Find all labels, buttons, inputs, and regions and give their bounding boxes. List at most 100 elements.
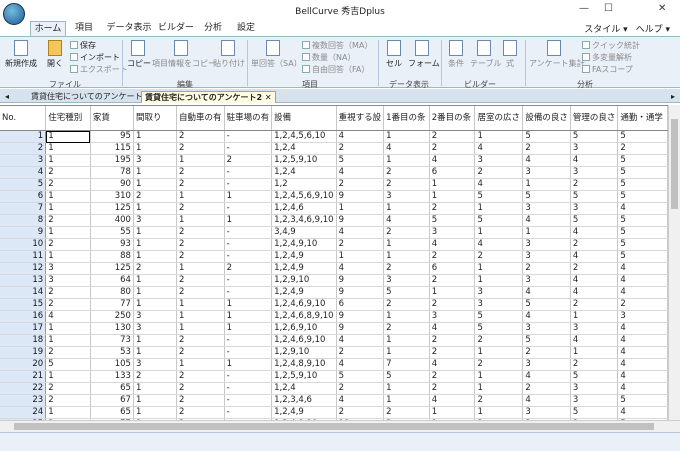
data-cell[interactable]: 4: [45, 310, 91, 323]
data-cell[interactable]: 4: [570, 154, 619, 167]
vertical-scroll-thumb[interactable]: [671, 119, 678, 209]
row-number[interactable]: 8: [0, 214, 47, 227]
data-cell[interactable]: 1: [336, 202, 385, 215]
data-cell[interactable]: -: [224, 274, 273, 287]
data-cell[interactable]: 55: [90, 226, 134, 239]
data-cell[interactable]: 1: [133, 334, 178, 347]
data-cell[interactable]: 6: [336, 298, 385, 311]
row-number[interactable]: 22: [0, 382, 47, 395]
data-cell[interactable]: 1,2,5,9,10: [271, 370, 337, 383]
data-cell[interactable]: 1: [383, 250, 430, 263]
data-cell[interactable]: 1,2,4: [271, 142, 337, 155]
row-number[interactable]: 2: [0, 142, 47, 155]
data-cell[interactable]: 4: [617, 370, 668, 383]
paste-button[interactable]: 貼り付け: [213, 40, 245, 69]
data-cell[interactable]: 2: [336, 382, 385, 395]
data-cell[interactable]: 3: [522, 250, 571, 263]
row-number[interactable]: 19: [0, 346, 47, 359]
doc-tab-2[interactable]: 賃貸住宅についてのアンケート2 ✕: [141, 91, 276, 103]
column-header[interactable]: 通勤・通学: [617, 106, 668, 131]
data-cell[interactable]: 2: [429, 382, 476, 395]
data-cell[interactable]: 4: [336, 262, 385, 275]
data-cell[interactable]: -: [224, 130, 273, 143]
data-cell[interactable]: -: [224, 334, 273, 347]
data-cell[interactable]: 4: [617, 274, 668, 287]
data-cell[interactable]: -: [224, 382, 273, 395]
data-cell[interactable]: 2: [45, 166, 91, 179]
help-chevron-icon[interactable]: ▾: [665, 25, 670, 35]
data-cell[interactable]: 2: [176, 130, 225, 143]
data-cell[interactable]: 1: [45, 142, 91, 155]
multi-answer-button[interactable]: 複数回答（MA）: [302, 40, 372, 51]
data-cell[interactable]: 3: [133, 358, 178, 371]
data-cell[interactable]: 2: [336, 346, 385, 359]
column-header[interactable]: 1番目の条: [383, 106, 430, 131]
data-cell[interactable]: 2: [617, 142, 668, 155]
data-cell[interactable]: 1,2,9,10: [271, 274, 337, 287]
data-cell[interactable]: 1: [45, 190, 91, 203]
data-cell[interactable]: 1: [176, 358, 225, 371]
free-answer-button[interactable]: 自由回答（FA）: [302, 64, 369, 75]
style-chevron-icon[interactable]: ▾: [623, 25, 628, 35]
data-cell[interactable]: 3: [522, 322, 571, 335]
data-cell[interactable]: 5: [617, 226, 668, 239]
data-cell[interactable]: 5: [522, 334, 571, 347]
data-cell[interactable]: 1,2,4,9: [271, 250, 337, 263]
data-cell[interactable]: 4: [617, 202, 668, 215]
data-cell[interactable]: 3: [522, 202, 571, 215]
data-cell[interactable]: 2: [133, 262, 178, 275]
data-cell[interactable]: -: [224, 166, 273, 179]
data-cell[interactable]: 9: [336, 190, 385, 203]
data-cell[interactable]: 2: [133, 190, 178, 203]
data-cell[interactable]: -: [224, 370, 273, 383]
data-cell[interactable]: 1: [474, 262, 524, 275]
data-cell[interactable]: 4: [383, 214, 430, 227]
data-cell[interactable]: 1: [383, 382, 430, 395]
import-button[interactable]: インポート: [70, 52, 120, 63]
data-cell[interactable]: 95: [90, 130, 134, 143]
table-button[interactable]: テーブル: [470, 40, 502, 69]
data-cell[interactable]: 93: [90, 238, 134, 251]
data-cell[interactable]: 2: [429, 250, 476, 263]
data-cell[interactable]: 1: [45, 154, 91, 167]
row-number[interactable]: 17: [0, 322, 47, 335]
data-cell[interactable]: 7: [383, 358, 430, 371]
data-cell[interactable]: 64: [90, 274, 134, 287]
data-cell[interactable]: 2: [176, 274, 225, 287]
data-cell[interactable]: 3: [570, 202, 619, 215]
data-cell[interactable]: -: [224, 202, 273, 215]
data-cell[interactable]: 1: [224, 190, 273, 203]
row-number[interactable]: 16: [0, 310, 47, 323]
data-cell[interactable]: 2: [570, 238, 619, 251]
data-cell[interactable]: 1,2,3,4,6: [271, 394, 337, 407]
data-cell[interactable]: 4: [522, 310, 571, 323]
data-cell[interactable]: 4: [429, 394, 476, 407]
row-number[interactable]: 4: [0, 166, 47, 179]
data-cell[interactable]: 1: [45, 370, 91, 383]
data-cell[interactable]: 5: [474, 214, 524, 227]
data-cell[interactable]: 4: [522, 286, 571, 299]
data-cell[interactable]: 1: [133, 286, 178, 299]
data-cell[interactable]: 65: [90, 406, 134, 419]
data-cell[interactable]: 4: [570, 226, 619, 239]
data-cell[interactable]: 1: [383, 130, 430, 143]
scroll-right-icon[interactable]: ▸: [668, 91, 678, 103]
tab-settings[interactable]: 設定: [232, 21, 260, 36]
data-cell[interactable]: 1: [45, 406, 91, 419]
data-cell[interactable]: 5: [522, 298, 571, 311]
data-cell[interactable]: -: [224, 286, 273, 299]
data-cell[interactable]: 4: [617, 382, 668, 395]
data-cell[interactable]: -: [224, 178, 273, 191]
data-cell[interactable]: 1: [474, 226, 524, 239]
data-cell[interactable]: 1: [224, 214, 273, 227]
data-cell[interactable]: 1: [224, 322, 273, 335]
data-cell[interactable]: 5: [474, 322, 524, 335]
row-number[interactable]: 7: [0, 202, 47, 215]
data-cell[interactable]: 2: [45, 286, 91, 299]
data-cell[interactable]: 2: [522, 382, 571, 395]
data-cell[interactable]: 2: [176, 226, 225, 239]
data-cell[interactable]: 65: [90, 382, 134, 395]
data-cell[interactable]: 1: [429, 286, 476, 299]
data-cell[interactable]: 3: [570, 166, 619, 179]
tab-items[interactable]: 項目: [70, 21, 98, 36]
